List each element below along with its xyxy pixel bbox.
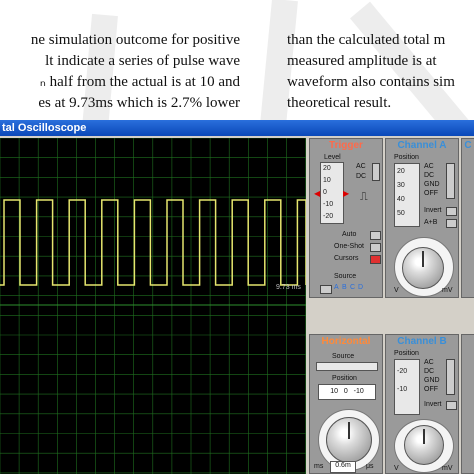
auto-button[interactable] [370,231,381,240]
scale-tick: -20 [323,213,334,220]
channel-a-position-slider[interactable]: 20 30 40 50 [394,163,420,227]
timebase-unit-us: μs [366,463,374,470]
channel-c-panel: C [461,138,474,298]
cursors-label: Cursors [334,255,359,262]
paper-line: es at 9.73ms which is 2.7% lower [38,95,240,111]
paper-line: measured amplitude is at [287,53,437,69]
paper-line: waveform also contains sim [287,74,455,90]
channel-b-dc[interactable]: DC [424,368,434,375]
one-shot-label: One-Shot [334,243,364,250]
trigger-coupling-ac[interactable]: AC [356,163,366,170]
paper-text-left: ne simulation outcome for positive lt in… [0,30,240,114]
level-marker-left-icon: ◀ [314,189,321,198]
position-tick: 0 [343,388,348,395]
paper-line: than the calculated total m [287,32,446,48]
trigger-title: Trigger [329,140,363,151]
horizontal-position-label: Position [332,375,357,382]
scale-tick: 10 [323,177,331,184]
horizontal-position-scale[interactable]: 10 0 -10 [318,384,376,400]
channel-a-off[interactable]: OFF [424,190,438,197]
screen-grid [0,138,306,474]
timebase-value: 0.6m [330,461,356,473]
channel-b-position-label: Position [394,350,419,357]
position-tick: 10 [330,388,339,395]
trigger-source-selector[interactable] [320,285,332,294]
timebase-knob[interactable] [326,417,372,463]
channel-a-position-label: Position [394,154,419,161]
scale-tick: -20 [397,368,408,375]
channel-b-position-slider[interactable]: -20 -10 [394,359,420,415]
scale-tick: 0 [323,189,327,196]
source-option-c[interactable]: C [350,284,355,291]
source-option-d[interactable]: D [358,284,363,291]
scale-tick: -10 [323,201,334,208]
trigger-panel: Trigger Level 20 10 0 -10 -20 ◀ ▶ AC DC … [309,138,383,298]
position-tick: -10 [353,388,364,395]
scale-tick: 40 [397,196,405,203]
window-title[interactable]: tal Oscilloscope [0,120,474,136]
cursor-time-readout: 9.73 ms [276,284,301,291]
unit-mv: mV [442,287,453,294]
channel-a-invert: Invert [424,207,442,214]
cursors-button[interactable] [370,255,381,264]
unit-v: V [394,287,399,294]
source-option-b[interactable]: B [342,284,347,291]
invert-button[interactable] [446,401,457,410]
trigger-level-slider[interactable]: 20 10 0 -10 -20 [320,162,344,224]
scale-tick: 30 [397,182,405,189]
channel-a-title: Channel A [397,140,447,151]
scale-tick: 20 [397,168,405,175]
channel-c-title: C [464,140,472,151]
oscilloscope-screen[interactable]: 9.73 ms [0,138,306,474]
auto-label: Auto [342,231,357,238]
trigger-coupling-dc[interactable]: DC [356,173,366,180]
horizontal-source-slider[interactable] [316,362,378,371]
channel-d-panel-edge [461,334,474,474]
one-shot-button[interactable] [370,243,381,252]
invert-button[interactable] [446,207,457,216]
trigger-level-label: Level [324,154,341,161]
source-option-a[interactable]: A [334,284,339,291]
channel-a-coupling-switch[interactable] [446,163,455,199]
level-marker-right-icon: ▶ [343,189,350,198]
trigger-source-label: Source [334,273,357,280]
horizontal-source-label: Source [332,353,355,360]
channel-b-off[interactable]: OFF [424,386,438,393]
channel-a-volts-knob[interactable] [402,247,444,289]
timebase-unit-ms: ms [314,463,324,470]
channel-b-panel: Channel B Position -20 -10 AC DC GND OFF… [385,334,459,474]
channel-a-panel: Channel A Position 20 30 40 50 AC DC GND… [385,138,459,298]
unit-v: V [394,465,399,472]
scale-tick: -10 [397,386,408,393]
channel-b-title: Channel B [397,336,447,347]
channel-a-ac[interactable]: AC [424,163,434,170]
paper-line: ne simulation outcome for positive [30,32,240,48]
paper-text-right: than the calculated total m measured amp… [287,30,455,114]
channel-a-a-plus-b: A+B [424,219,438,226]
channel-b-volts-knob[interactable] [404,425,444,465]
channel-b-coupling-switch[interactable] [446,359,455,395]
channel-b-invert: Invert [424,401,442,408]
a-plus-b-button[interactable] [446,219,457,228]
channel-b-gnd[interactable]: GND [424,377,440,384]
coupling-toggle[interactable] [372,163,380,181]
paper-line: theoretical result. [287,95,392,111]
oscilloscope-window: tal Oscilloscope 9.73 ms Trigger Level 2… [0,120,474,474]
channel-a-dc[interactable]: DC [424,172,434,179]
screen-graphics: 9.73 ms [0,138,306,474]
channel-b-ac[interactable]: AC [424,359,434,366]
rising-edge-icon[interactable]: ⎍ [360,191,368,204]
scale-tick: 50 [397,210,405,217]
scale-tick: 20 [323,165,331,172]
horizontal-panel: Horizontal Source Position 10 0 -10 ms 0… [309,334,383,474]
horizontal-title: Horizontal [321,336,371,347]
channel-a-gnd[interactable]: GND [424,181,440,188]
unit-mv: mV [442,465,453,472]
paper-line: ₙ half from the actual is at 10 and [39,74,240,90]
paper-line: lt indicate a series of pulse wave [45,53,240,69]
